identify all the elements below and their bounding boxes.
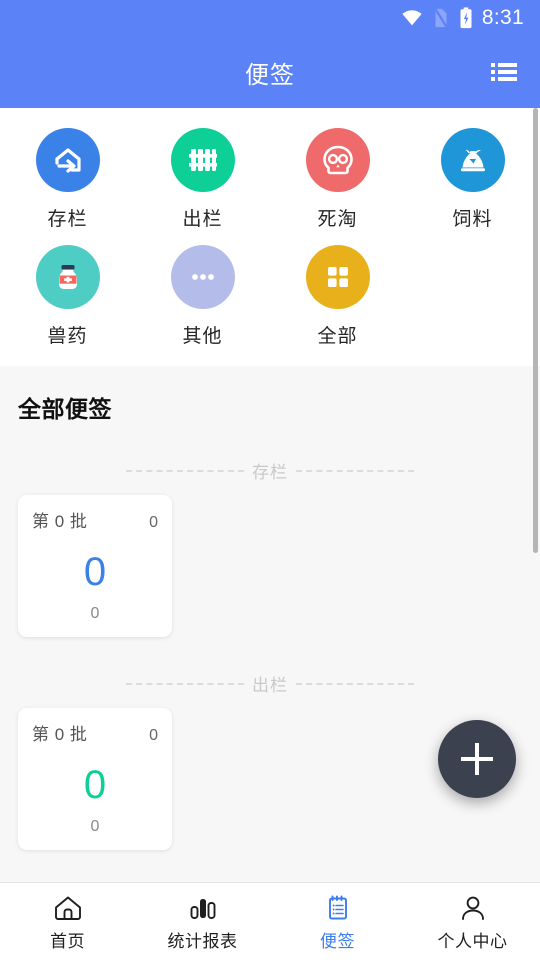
category-label: 全部 (317, 326, 358, 347)
category-label: 死淘 (317, 209, 358, 230)
divider-label: 出栏 (252, 676, 288, 695)
category-item-quanbu[interactable]: 全部 (270, 239, 405, 356)
app-bar: 便签 (0, 36, 540, 108)
status-bar: 8:31 (0, 0, 540, 36)
divider-dash-left (126, 682, 244, 685)
note-card[interactable]: 第 0 批 0 0 0 (18, 495, 172, 637)
barn-enter-icon (35, 128, 100, 192)
scroll-content: 存栏 出栏 死淘 饲料 兽药 其他 全部 全部便签 存栏 第 0 批 0 0 0… (0, 108, 540, 882)
nav-item-home[interactable]: 首页 (0, 883, 135, 960)
note-batch-label: 第 0 批 (32, 512, 88, 531)
battery-charging-icon (459, 7, 473, 29)
skull-icon (305, 128, 370, 192)
fence-icon (170, 128, 235, 192)
note-count-value: 0 (149, 514, 158, 531)
medicine-bottle-icon (35, 245, 100, 309)
notes-heading: 全部便签 (18, 396, 112, 422)
category-item-qita[interactable]: 其他 (135, 239, 270, 356)
page-title: 便签 (245, 61, 295, 89)
add-note-fab[interactable] (438, 720, 516, 798)
category-label: 兽药 (47, 326, 88, 347)
category-label: 饲料 (452, 209, 493, 230)
note-main-value-wrap: 0 (32, 532, 158, 605)
app-root: 8:31 便签 存栏 出栏 死淘 饲料 兽药 其他 全部 全部便签 存栏 第 0… (0, 0, 540, 960)
divider-dash-right (296, 682, 414, 685)
clipboard-note-icon (323, 892, 353, 922)
status-time: 8:31 (481, 6, 524, 29)
category-label: 存栏 (47, 209, 88, 230)
note-footer-value: 0 (90, 605, 100, 622)
category-item-sitao[interactable]: 死淘 (270, 122, 405, 239)
divider-label: 存栏 (252, 463, 288, 482)
bottom-navigation: 首页 统计报表 便签 个人中心 (0, 882, 540, 960)
nav-label: 便签 (320, 931, 355, 951)
plus-icon (456, 738, 498, 780)
nav-item-notes[interactable]: 便签 (270, 883, 405, 960)
category-grid: 存栏 出栏 死淘 饲料 兽药 其他 全部 (0, 108, 540, 366)
category-grid-row: 兽药 其他 全部 (0, 239, 540, 356)
list-menu-button[interactable] (482, 50, 526, 94)
category-label: 其他 (182, 326, 223, 347)
vertical-scrollbar[interactable] (533, 108, 538, 553)
category-item-siliao[interactable]: 饲料 (405, 122, 540, 239)
note-main-value: 0 (83, 762, 107, 807)
nav-label: 首页 (50, 931, 85, 951)
nav-item-reports[interactable]: 统计报表 (135, 883, 270, 960)
bar-chart-icon (188, 892, 218, 922)
note-card-header: 第 0 批 0 (32, 720, 158, 745)
section-divider-cunlan: 存栏 (0, 458, 540, 483)
wifi-icon (401, 7, 423, 29)
divider-dash-right (296, 469, 414, 472)
note-main-value: 0 (83, 549, 107, 594)
section-divider-chulan: 出栏 (0, 671, 540, 696)
note-main-value-wrap: 0 (32, 745, 158, 818)
category-label: 出栏 (182, 209, 223, 230)
ellipsis-icon (170, 245, 235, 309)
divider-dash-left (126, 469, 244, 472)
category-grid-row: 存栏 出栏 死淘 饲料 (0, 122, 540, 239)
person-icon (458, 892, 488, 922)
note-card[interactable]: 第 0 批 0 0 0 (18, 708, 172, 850)
category-item-cunlan[interactable]: 存栏 (0, 122, 135, 239)
no-sim-icon (432, 7, 450, 29)
list-menu-icon (491, 62, 517, 82)
home-icon (53, 892, 83, 922)
nav-label: 统计报表 (167, 931, 238, 951)
note-card-row: 第 0 批 0 0 0 (0, 495, 540, 637)
note-card-header: 第 0 批 0 (32, 507, 158, 532)
nav-label: 个人中心 (437, 931, 508, 951)
category-item-shouyao[interactable]: 兽药 (0, 239, 135, 356)
nav-item-profile[interactable]: 个人中心 (405, 883, 540, 960)
category-item-chulan[interactable]: 出栏 (135, 122, 270, 239)
note-count-value: 0 (149, 727, 158, 744)
note-batch-label: 第 0 批 (32, 725, 88, 744)
note-footer-value: 0 (90, 818, 100, 835)
feed-sack-icon (440, 128, 505, 192)
grid-squares-icon (305, 245, 370, 309)
